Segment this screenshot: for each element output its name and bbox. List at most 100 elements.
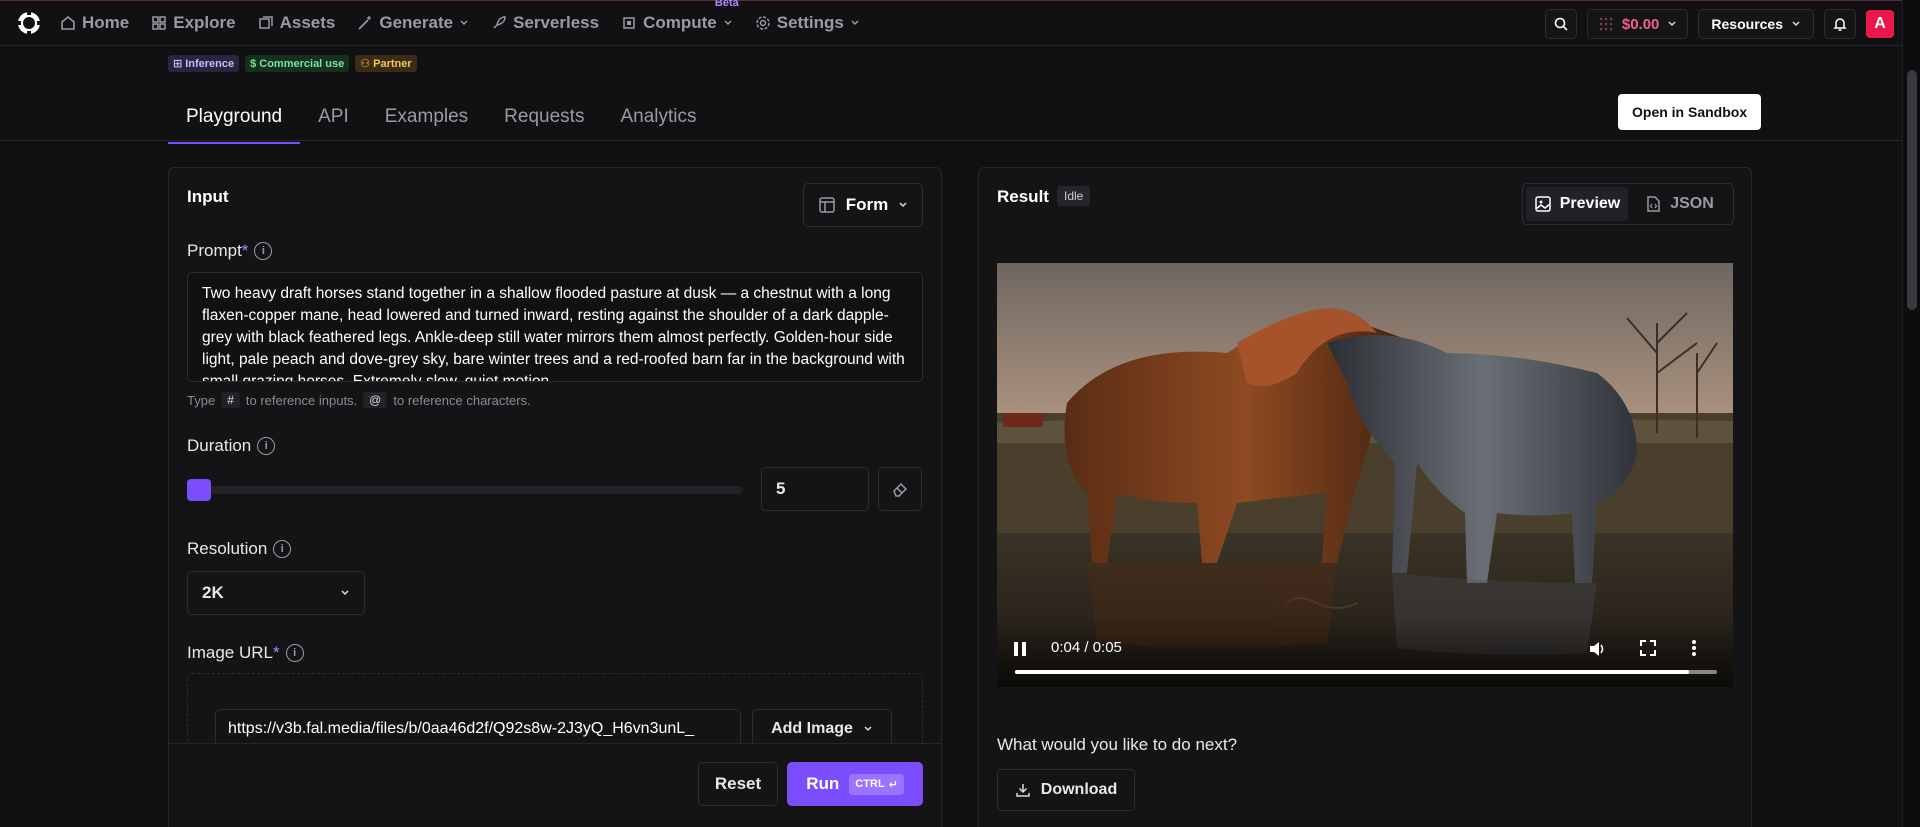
resolution-value: 2K (202, 583, 224, 602)
page-tabs: Playground API Examples Requests Analyti… (168, 96, 714, 144)
partner-icon: ⚇ (360, 58, 371, 70)
resources-button[interactable]: Resources (1698, 9, 1814, 39)
result-title: Result (997, 187, 1049, 206)
video-time: 0:04 / 0:05 (1051, 639, 1122, 656)
duration-input[interactable]: 5 (761, 467, 869, 511)
required-mark: * (272, 643, 280, 662)
tab-analytics[interactable]: Analytics (602, 96, 714, 144)
tab-preview[interactable]: Preview (1526, 187, 1628, 221)
tab-requests[interactable]: Requests (486, 96, 602, 144)
chip-icon (623, 17, 635, 29)
fal-logo-icon[interactable] (14, 8, 44, 38)
image-url-label-text: Image URL (187, 643, 273, 662)
nav-home[interactable]: Home (60, 13, 129, 33)
status-badge: Idle (1057, 186, 1091, 206)
home-icon (61, 15, 75, 30)
search-button[interactable] (1544, 9, 1577, 39)
image-icon (1535, 196, 1551, 212)
nav-settings[interactable]: Settings (755, 13, 860, 33)
info-icon[interactable]: i (254, 242, 273, 260)
prompt-label: Prompt * i (187, 241, 273, 261)
resolution-select[interactable]: 2K (187, 571, 365, 615)
nav-serverless[interactable]: Serverless (491, 13, 599, 33)
nav-settings-label: Settings (776, 13, 844, 32)
inference-badge-label: Inference (185, 57, 235, 70)
notifications-button[interactable] (1824, 9, 1856, 39)
more-options-icon[interactable] (1691, 639, 1697, 657)
fullscreen-icon[interactable] (1639, 639, 1657, 657)
eraser-icon (893, 482, 908, 497)
input-title: Input (187, 187, 229, 206)
duration-label-text: Duration (187, 436, 252, 455)
hint-mid: to reference inputs. (245, 392, 358, 408)
tab-playground[interactable]: Playground (168, 96, 301, 144)
open-in-sandbox-button[interactable]: Open in Sandbox (1618, 94, 1762, 130)
resources-label: Resources (1711, 16, 1783, 32)
chevron-down-icon (851, 20, 859, 26)
at-key: @ (363, 392, 388, 408)
duration-label: Duration i (187, 436, 276, 456)
chevron-down-icon (724, 20, 732, 26)
run-button[interactable]: Run CTRL ↵ (787, 762, 923, 806)
duration-slider-thumb[interactable] (187, 479, 211, 501)
duration-slider-track[interactable] (187, 486, 743, 494)
inference-icon: ⊞ (173, 58, 183, 70)
preview-label: Preview (1559, 195, 1621, 212)
enter-icon: ↵ (888, 778, 898, 791)
nav-explore[interactable]: Explore (151, 13, 236, 33)
grid-icon (152, 16, 166, 30)
dots-grid-icon (1599, 17, 1613, 31)
top-navbar: Home Explore Assets Generate Serverless … (0, 0, 1902, 46)
nav-explore-label: Explore (173, 13, 236, 32)
chevron-down-icon (460, 20, 468, 26)
pause-icon[interactable] (1013, 641, 1027, 657)
commercial-badge: $ Commercial use (245, 55, 350, 72)
avatar[interactable]: A (1866, 10, 1894, 38)
nav-home-label: Home (82, 13, 130, 32)
tab-json[interactable]: JSON (1628, 187, 1730, 221)
inference-badge: ⊞ Inference (168, 55, 240, 72)
info-icon[interactable]: i (273, 540, 292, 558)
download-button[interactable]: Download (997, 769, 1135, 811)
nav-assets[interactable]: Assets (258, 13, 336, 33)
nav-generate[interactable]: Generate (357, 13, 469, 33)
nav-right-group: $0.00 Resources A (1544, 9, 1894, 39)
tab-examples[interactable]: Examples (367, 96, 486, 144)
hint-before: Type (187, 392, 216, 408)
tab-api[interactable]: API (300, 96, 367, 144)
prompt-textarea[interactable]: Two heavy draft horses stand together in… (187, 272, 923, 382)
search-icon (1554, 17, 1568, 31)
chevron-down-icon (341, 590, 349, 596)
nav-assets-label: Assets (279, 13, 336, 32)
chevron-down-icon (1792, 21, 1800, 27)
info-icon[interactable]: i (257, 437, 276, 455)
code-file-icon (1647, 196, 1660, 212)
download-icon (1016, 784, 1030, 797)
info-icon[interactable]: i (285, 644, 304, 662)
prompt-label-text: Prompt (187, 241, 242, 260)
form-toggle-button[interactable]: Form (803, 183, 923, 227)
nav-serverless-label: Serverless (513, 13, 600, 32)
chevron-down-icon (899, 202, 907, 208)
run-shortcut: CTRL ↵ (849, 773, 904, 795)
rocket-icon (493, 16, 506, 29)
json-label: JSON (1670, 195, 1714, 212)
reset-button[interactable]: Reset (698, 762, 778, 806)
video-progress-bar[interactable] (1015, 670, 1717, 674)
result-view-toggle: Preview JSON (1522, 183, 1734, 225)
layout-icon (819, 197, 835, 213)
model-badges: ⊞ Inference $ Commercial use ⚇ Partner (168, 55, 417, 72)
credits-button[interactable]: $0.00 (1586, 9, 1689, 39)
hash-key: # (221, 392, 240, 408)
download-label: Download (1040, 781, 1118, 798)
volume-icon[interactable] (1587, 639, 1607, 659)
nav-generate-label: Generate (379, 13, 454, 32)
nav-compute[interactable]: Compute Beta (621, 0, 739, 33)
reset-duration-button[interactable] (878, 467, 922, 511)
result-video[interactable]: 0:04 / 0:05 (997, 263, 1733, 687)
chevron-down-icon (864, 726, 872, 732)
required-mark: * (241, 241, 249, 260)
scrollbar-thumb[interactable] (1907, 70, 1917, 310)
partner-badge-label: Partner (373, 57, 412, 70)
page-scrollbar[interactable] (1902, 0, 1920, 827)
